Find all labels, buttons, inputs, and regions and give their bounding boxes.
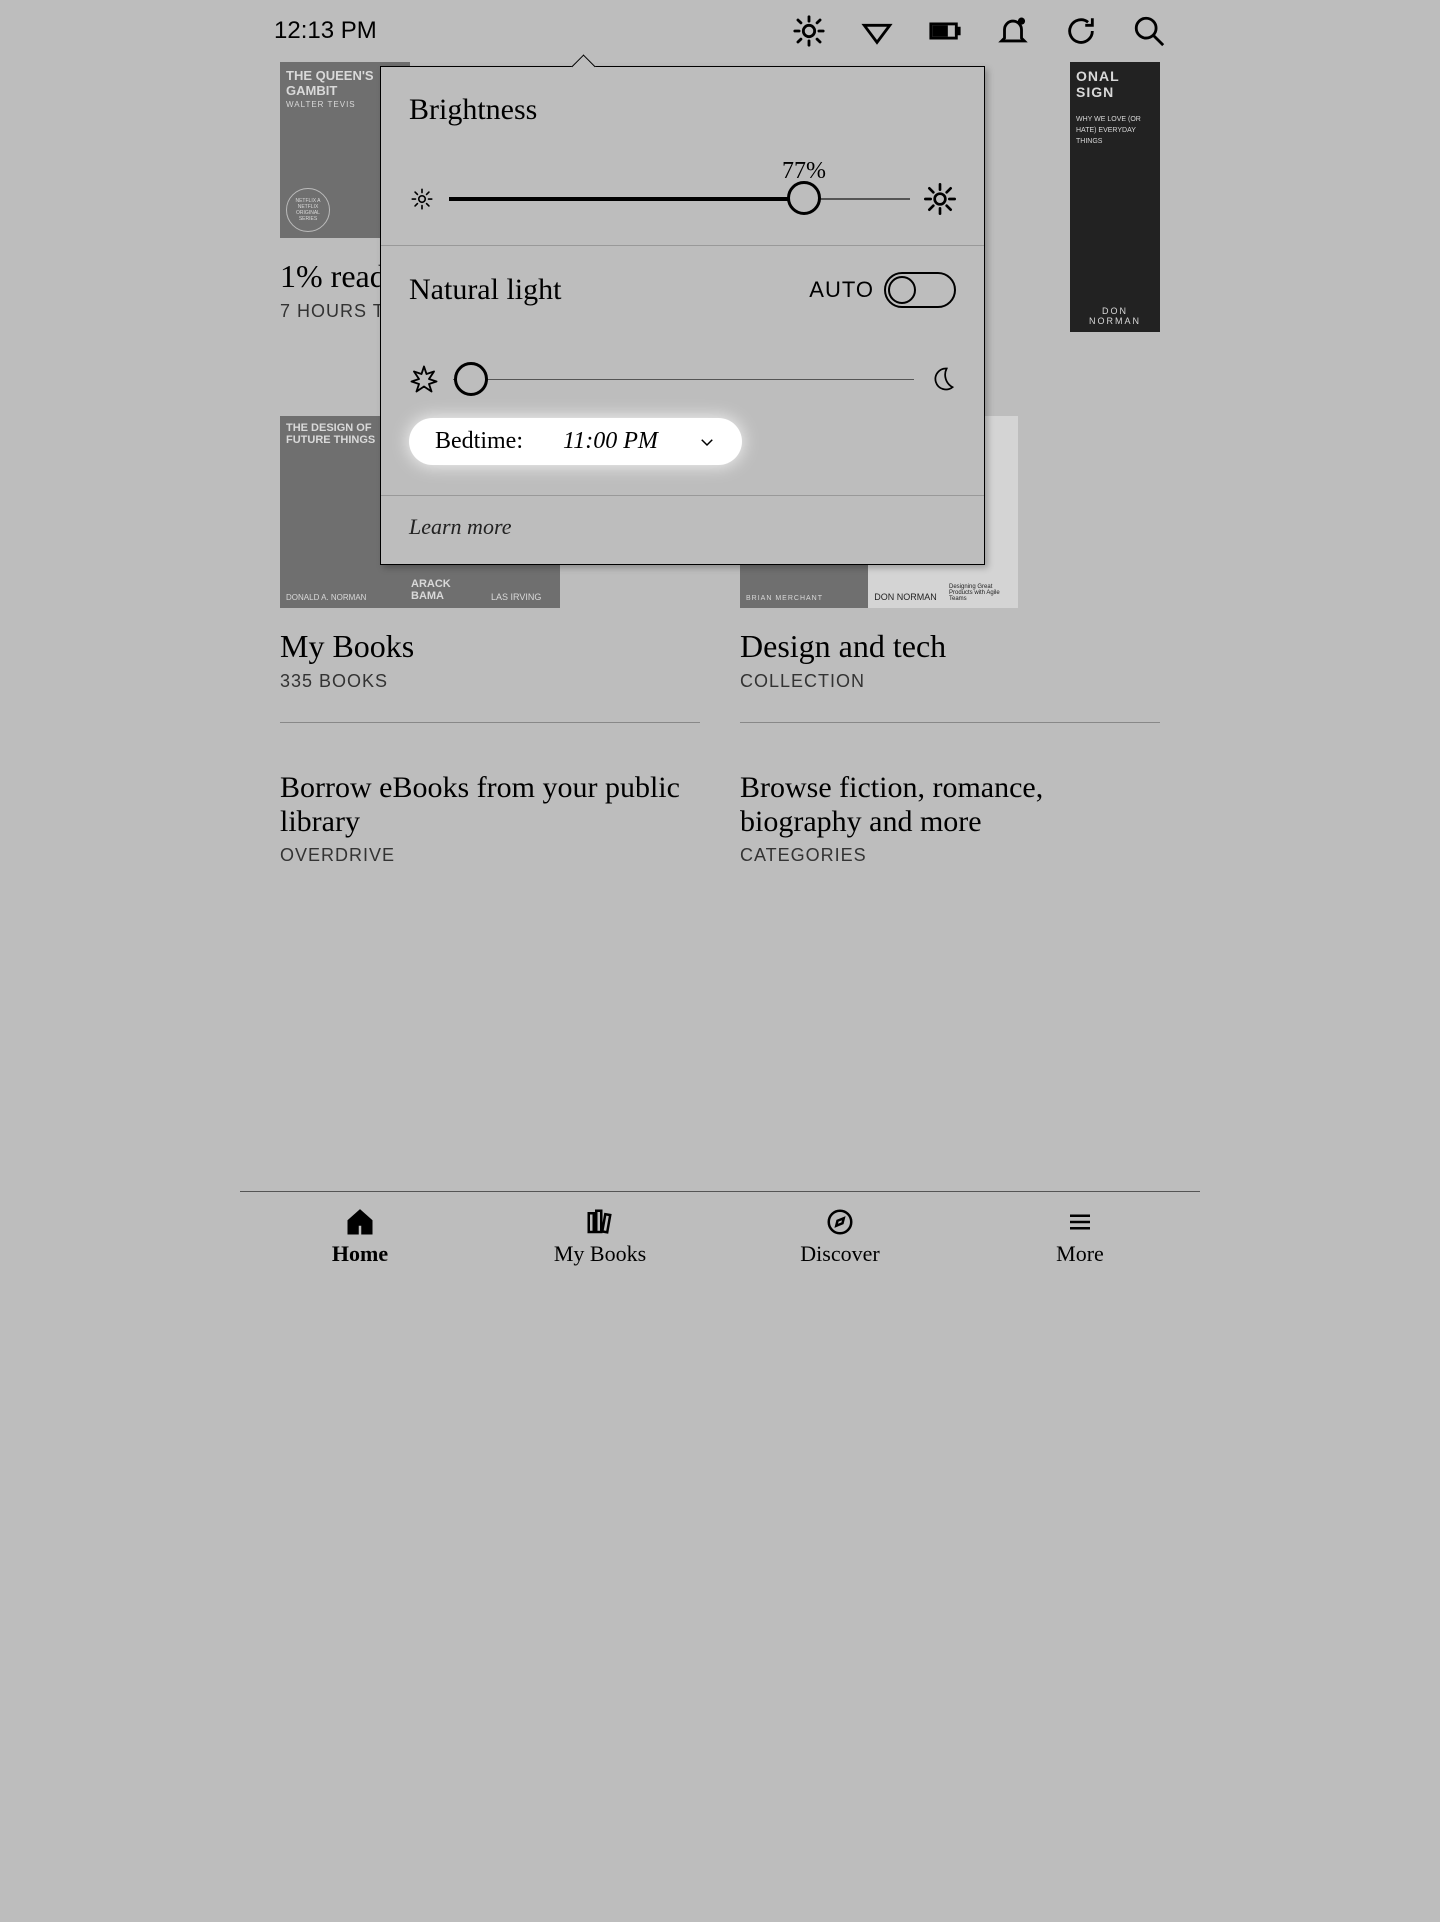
- clock: 12:13 PM: [274, 17, 377, 45]
- books-icon: [585, 1207, 615, 1237]
- moon-icon: [928, 365, 956, 393]
- tab-bar: Home My Books Discover More: [240, 1191, 1200, 1281]
- shelf-title: My Books: [280, 628, 700, 665]
- status-icons: [792, 14, 1166, 48]
- shelf-title: Design and tech: [740, 628, 1160, 665]
- home-icon: [345, 1207, 375, 1237]
- brightness-title: Brightness: [409, 93, 956, 127]
- sync-icon[interactable]: [1064, 14, 1098, 48]
- featured-book-cover[interactable]: ONAL SIGN WHY WE LOVE (OR HATE) EVERYDAY…: [1070, 62, 1160, 332]
- auto-label: AUTO: [809, 277, 874, 303]
- notifications-icon[interactable]: [996, 14, 1030, 48]
- promo-overdrive[interactable]: Borrow eBooks from your public library O…: [280, 722, 700, 866]
- tab-label: Discover: [800, 1241, 879, 1267]
- wifi-icon[interactable]: [860, 14, 894, 48]
- brightness-popover: Brightness 77% Natural light AUTO: [380, 66, 985, 565]
- promo-subtitle: CATEGORIES: [740, 845, 1160, 866]
- chevron-down-icon: [698, 433, 716, 451]
- natural-light-slider[interactable]: [409, 364, 956, 394]
- search-icon[interactable]: [1132, 14, 1166, 48]
- brightness-icon[interactable]: [792, 14, 826, 48]
- promo-title: Borrow eBooks from your public library: [280, 771, 700, 839]
- shelf-subtitle: 335 BOOKS: [280, 671, 700, 692]
- menu-icon: [1065, 1207, 1095, 1237]
- learn-more-link[interactable]: Learn more: [381, 496, 984, 564]
- bedtime-selector[interactable]: Bedtime: 11:00 PM: [409, 418, 742, 465]
- brightness-thumb[interactable]: [787, 181, 821, 215]
- natural-light-thumb[interactable]: [454, 362, 488, 396]
- tab-more[interactable]: More: [960, 1192, 1200, 1281]
- promo-subtitle: OVERDRIVE: [280, 845, 700, 866]
- promo-title: Browse fiction, romance, biography and m…: [740, 771, 1160, 839]
- battery-icon[interactable]: [928, 14, 962, 48]
- promo-categories[interactable]: Browse fiction, romance, biography and m…: [740, 722, 1160, 866]
- brightness-slider[interactable]: 77%: [409, 183, 956, 215]
- tab-label: My Books: [554, 1241, 646, 1267]
- bedtime-value: 11:00 PM: [563, 428, 658, 455]
- status-bar: 12:13 PM: [240, 0, 1200, 62]
- tab-discover[interactable]: Discover: [720, 1192, 960, 1281]
- shelf-subtitle: COLLECTION: [740, 671, 1160, 692]
- sun-outline-icon: [409, 364, 439, 394]
- sun-small-icon: [409, 186, 435, 212]
- tab-label: More: [1056, 1241, 1104, 1267]
- bedtime-label: Bedtime:: [435, 428, 523, 455]
- tab-label: Home: [332, 1241, 388, 1267]
- natural-light-title: Natural light: [409, 273, 561, 307]
- compass-icon: [825, 1207, 855, 1237]
- tab-home[interactable]: Home: [240, 1192, 480, 1281]
- auto-toggle[interactable]: [884, 272, 956, 308]
- sun-large-icon: [924, 183, 956, 215]
- tab-my-books[interactable]: My Books: [480, 1192, 720, 1281]
